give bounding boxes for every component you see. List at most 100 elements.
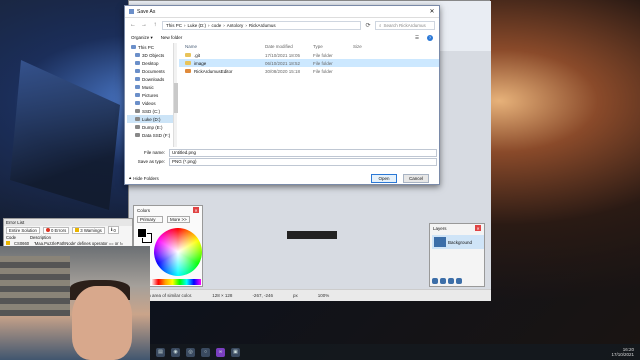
colors-titlebar: Colors ✕ (134, 206, 202, 214)
breadcrumb-item[interactable]: RickArdumus (249, 23, 276, 28)
breadcrumb[interactable]: This PC › Luke (D:) › code › Antolory › Rick… (162, 20, 361, 30)
save-fields: File name: Untitled.png Save as type: PN… (129, 148, 437, 168)
file-row[interactable]: .git 17/10/2021 18:05 File folder (179, 51, 439, 59)
column-size[interactable]: Size (353, 44, 383, 49)
savetype-label: Save as type: (137, 159, 165, 164)
color-wheel[interactable] (154, 228, 202, 276)
view-options-icon[interactable]: ☰ (415, 35, 419, 41)
filename-input[interactable]: Untitled.png (169, 148, 437, 157)
browser-icon[interactable]: ◉ (171, 347, 180, 357)
delete-layer-icon[interactable] (440, 278, 446, 284)
folder-icon (185, 69, 191, 73)
obs-icon[interactable]: ○ (201, 347, 210, 357)
breadcrumb-item[interactable]: This PC (166, 23, 182, 28)
wallpaper-spaceship (10, 60, 120, 210)
file-list-header: Name Date modified Type Size (179, 42, 439, 51)
video-icon (135, 101, 140, 105)
status-unit[interactable]: px (293, 293, 298, 298)
cancel-button[interactable]: Cancel (403, 173, 429, 183)
column-name[interactable]: Name (179, 44, 265, 49)
warnings-filter[interactable]: 3 Warnings (72, 226, 105, 234)
file-list: Name Date modified Type Size .git 17/10/… (179, 42, 439, 147)
breadcrumb-item[interactable]: code (212, 23, 222, 28)
system-clock[interactable]: 16:20 17/10/2021 (611, 347, 634, 357)
nav-item-data-ssd-f[interactable]: Data SSD (F:) (127, 131, 175, 139)
nav-scrollbar[interactable] (173, 43, 178, 147)
warning-icon (75, 228, 80, 232)
discord-icon[interactable]: ◎ (186, 347, 195, 357)
dialog-footer: ▴ Hide Folders Open Cancel (129, 172, 437, 184)
music-icon (135, 85, 140, 89)
visual-studio-icon[interactable]: ∞ (216, 347, 225, 357)
back-icon[interactable]: ← (129, 22, 137, 28)
clock-date: 17/10/2021 (611, 352, 634, 357)
canvas-image (287, 231, 337, 239)
scope-select[interactable]: Entire Solution (6, 226, 40, 234)
new-folder-button[interactable]: New folder (161, 35, 183, 40)
layer-item[interactable]: Background (432, 235, 484, 249)
layer-thumbnail (434, 237, 446, 247)
breadcrumb-item[interactable]: Antolory (227, 23, 244, 28)
errors-filter[interactable]: 0 Errors (42, 226, 70, 234)
folder-icon (185, 61, 191, 65)
search-input[interactable]: ⌕ Search RickArdumus (375, 20, 435, 30)
nav-item-downloads[interactable]: Downloads (127, 75, 175, 83)
webcam-person (72, 286, 132, 360)
nav-item-documents[interactable]: Documents (127, 67, 175, 75)
paint-net-icon[interactable]: ▣ (231, 347, 240, 357)
nav-item-this-pc[interactable]: This PC (127, 43, 175, 51)
layer-properties-icon[interactable] (456, 278, 462, 284)
file-row[interactable]: image 06/10/2021 18:52 File folder (179, 59, 439, 67)
savetype-select[interactable]: PNG (*.png) (169, 157, 437, 166)
status-zoom[interactable]: 100% (318, 293, 330, 298)
colors-title: Colors (137, 207, 151, 213)
close-icon[interactable]: ✕ (475, 225, 481, 231)
close-icon[interactable]: ✕ (193, 207, 199, 213)
nav-item-luke-d[interactable]: Luke (D:) (127, 115, 175, 123)
desktop-icon (135, 61, 140, 65)
save-as-dialog: Save As ✕ ← → ↑ This PC › Luke (D:) › code… (124, 5, 440, 185)
file-explorer-icon[interactable]: ▤ (156, 347, 165, 357)
nav-item-dump-e[interactable]: Dump (E:) (127, 123, 175, 131)
help-icon[interactable]: ? (427, 34, 433, 41)
add-layer-icon[interactable] (432, 278, 438, 284)
up-icon[interactable]: ↑ (151, 22, 159, 28)
drive-icon (135, 133, 140, 137)
breadcrumb-item[interactable]: Luke (D:) (188, 23, 207, 28)
layer-name: Background (448, 239, 473, 245)
drive-icon (135, 117, 140, 121)
primary-select[interactable]: Primary (137, 216, 163, 223)
nav-item-music[interactable]: Music (127, 83, 175, 91)
status-position: -267, -246 (252, 293, 273, 298)
column-date[interactable]: Date modified (265, 44, 313, 49)
warning-icon (6, 241, 10, 245)
nav-item-desktop[interactable]: Desktop (127, 59, 175, 67)
chevron-up-icon[interactable]: ▴ (129, 175, 131, 181)
file-row[interactable]: RickArdumusEditor 30/08/2020 15:18 File … (179, 67, 439, 75)
column-code[interactable]: Code (6, 235, 26, 240)
drive-icon (135, 109, 140, 113)
column-description[interactable]: Description (30, 235, 51, 240)
close-icon[interactable]: ✕ (425, 6, 439, 17)
organize-button[interactable]: Organize ▾ (131, 35, 153, 41)
nav-item-3d-objects[interactable]: 3D Objects (127, 51, 175, 59)
column-type[interactable]: Type (313, 44, 353, 49)
save-icon (129, 9, 134, 14)
messages-filter[interactable]: ℹ0 (107, 226, 119, 234)
address-bar: ← → ↑ This PC › Luke (D:) › code › Antolory… (125, 18, 439, 32)
color-wheel-saturation (154, 228, 202, 276)
scrollbar-thumb[interactable] (174, 83, 178, 113)
open-button[interactable]: Open (371, 173, 397, 183)
status-size: 128 × 128 (212, 293, 233, 298)
nav-item-ssd-c[interactable]: SSD (C:) (127, 107, 175, 115)
filename-label: File name: (143, 150, 165, 155)
hide-folders-button[interactable]: Hide Folders (133, 176, 159, 181)
duplicate-layer-icon[interactable] (448, 278, 454, 284)
nav-item-pictures[interactable]: Pictures (127, 91, 175, 99)
forward-icon[interactable]: → (140, 22, 148, 28)
refresh-icon[interactable]: ⟳ (364, 22, 372, 29)
error-list-title: Error List (4, 219, 132, 226)
primary-color-swatch[interactable] (137, 228, 147, 238)
nav-item-videos[interactable]: Videos (127, 99, 175, 107)
more-button[interactable]: More >> (167, 216, 190, 223)
